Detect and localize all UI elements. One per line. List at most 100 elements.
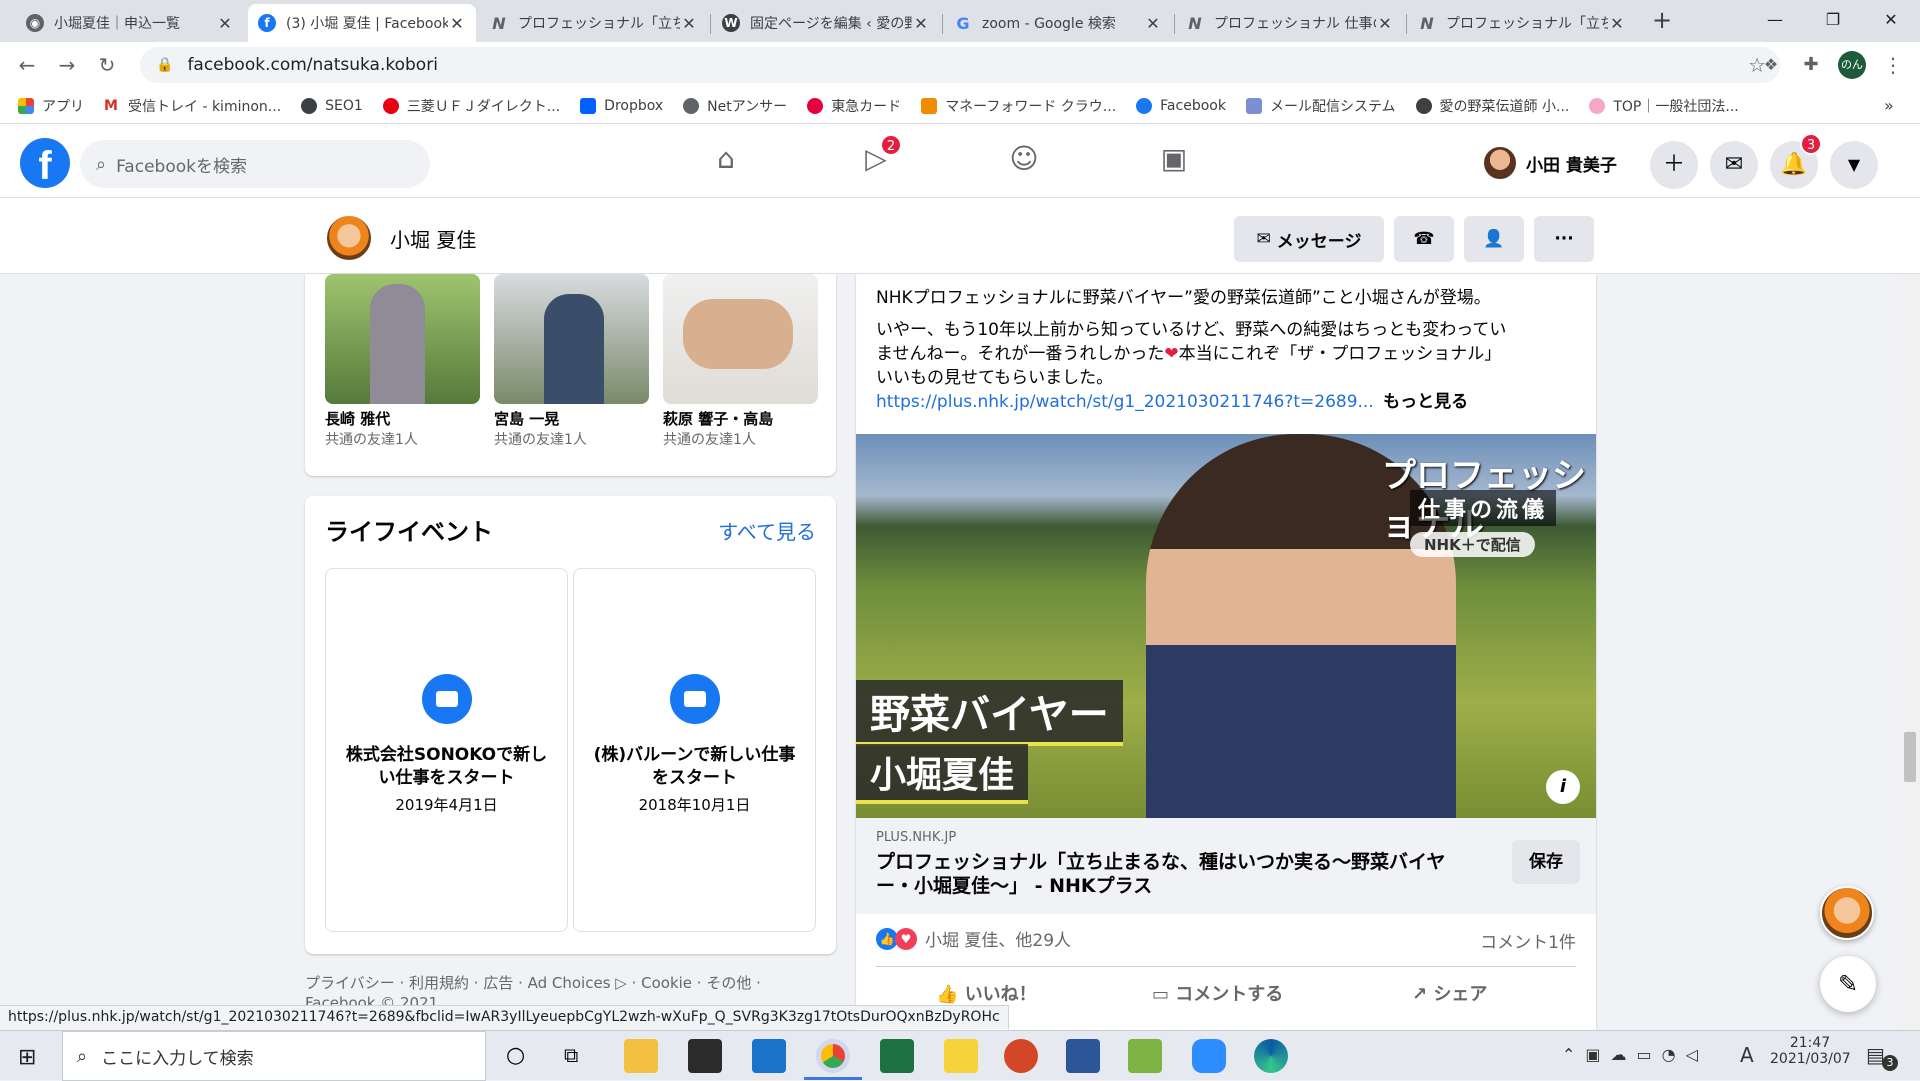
- back-icon[interactable]: ←: [12, 50, 42, 80]
- tab-nhk-2[interactable]: N プロフェッショナル 仕事の流儀 ✕: [1176, 4, 1404, 42]
- life-event-item[interactable]: 株式会社SONOKOで新しい仕事をスタート 2019年4月1日: [325, 568, 568, 932]
- tab-nhk-3[interactable]: N プロフェッショナル「立ち止まるな ✕: [1408, 4, 1636, 42]
- reload-icon[interactable]: ↻: [92, 50, 122, 80]
- like-button[interactable]: 👍 いいね！: [936, 980, 1037, 1006]
- notifications-icon[interactable]: 🔔 3: [1770, 133, 1822, 189]
- bookmarks-overflow-icon[interactable]: »: [1884, 96, 1894, 115]
- cortana-icon[interactable]: ○: [506, 1043, 525, 1068]
- share-button[interactable]: ↗ シェア: [1412, 980, 1487, 1006]
- chrome-icon[interactable]: [816, 1039, 850, 1073]
- friend-status-button[interactable]: 👤: [1464, 216, 1524, 262]
- friend-photo[interactable]: [325, 274, 480, 404]
- new-tab-button[interactable]: +: [1652, 6, 1672, 34]
- link-preview-footer[interactable]: PLUS.NHK.JP プロフェッショナル「立ち止まるな、種はいつか実る〜野菜バ…: [856, 818, 1596, 914]
- profile-name[interactable]: 小堀 夏佳: [390, 224, 476, 253]
- facebook-search-input[interactable]: ⌕ Facebookを検索: [80, 140, 430, 188]
- friend-mutual[interactable]: 共通の友達1人: [494, 429, 587, 449]
- call-button[interactable]: ☎: [1394, 216, 1454, 262]
- profile-avatar[interactable]: [325, 214, 373, 262]
- groups-icon[interactable]: ☺: [1004, 142, 1044, 182]
- comment-count[interactable]: コメント1件: [1480, 928, 1576, 953]
- sticky-notes-icon[interactable]: [944, 1039, 978, 1073]
- bookmark-netanswer[interactable]: Netアンサー: [683, 96, 787, 116]
- bookmark-gmail[interactable]: M 受信トレイ - kiminon...: [104, 96, 281, 116]
- app-icon[interactable]: [1128, 1039, 1162, 1073]
- friend-name[interactable]: 萩原 響子・高島: [663, 408, 773, 429]
- link-preview-image[interactable]: プロフェッショナル 仕事の流儀 NHK＋で配信 野菜バイヤー 小堀夏佳 i: [856, 434, 1596, 818]
- tab-nhk-1[interactable]: N プロフェッショナル「立ち止まるな ✕: [480, 4, 708, 42]
- close-tab-icon[interactable]: ✕: [1608, 14, 1626, 33]
- bookmark-dropbox[interactable]: Dropbox: [580, 97, 663, 114]
- system-tray-icons[interactable]: ⌃▣☁▭◔◁: [1562, 1045, 1708, 1064]
- word-icon[interactable]: [1066, 1039, 1100, 1073]
- profile-avatar[interactable]: のん: [1838, 51, 1866, 79]
- close-tab-icon[interactable]: ✕: [912, 14, 930, 33]
- message-button[interactable]: ✉ メッセージ: [1234, 216, 1384, 262]
- gaming-icon[interactable]: ▣: [1154, 142, 1194, 182]
- extensions-icon[interactable]: ✚: [1796, 50, 1826, 80]
- bookmark-facebook[interactable]: Facebook: [1136, 97, 1226, 114]
- bookmark-apps[interactable]: アプリ: [18, 96, 84, 116]
- action-center-icon[interactable]: ▤ 3: [1866, 1043, 1898, 1071]
- page-scrollbar[interactable]: [1900, 274, 1920, 1030]
- bookmark-tokyu[interactable]: 東急カード: [807, 96, 901, 116]
- address-bar[interactable]: 🔒 facebook.com/natsuka.kobori ☆: [140, 47, 1780, 83]
- zoom-icon[interactable]: [1192, 1039, 1226, 1073]
- new-message-icon[interactable]: ✎: [1820, 956, 1876, 1012]
- comment-button[interactable]: ▭ コメントする: [1152, 980, 1283, 1006]
- bookmark-moneyforward[interactable]: マネーフォワード クラウ...: [921, 96, 1116, 116]
- maximize-icon[interactable]: ❐: [1804, 0, 1862, 42]
- scrollbar-thumb[interactable]: [1904, 732, 1916, 782]
- forward-icon[interactable]: →: [52, 50, 82, 80]
- close-tab-icon[interactable]: ✕: [680, 14, 698, 33]
- close-tab-icon[interactable]: ✕: [1144, 14, 1162, 33]
- bookmark-seo[interactable]: SEO1: [301, 97, 363, 114]
- excel-icon[interactable]: [880, 1039, 914, 1073]
- store-icon[interactable]: [688, 1039, 722, 1073]
- friend-photo[interactable]: [663, 274, 818, 404]
- bookmark-aino[interactable]: 愛の野菜伝道師 小...: [1415, 96, 1569, 116]
- friend-photo[interactable]: [494, 274, 649, 404]
- watch-icon[interactable]: ▷ 2: [856, 134, 902, 182]
- tab-shinkomi[interactable]: ◉ 小堀夏佳｜申込一覧 ✕: [16, 4, 244, 42]
- friend-name[interactable]: 宮島 一晃: [494, 408, 559, 429]
- see-more-link[interactable]: もっと見る: [1383, 392, 1468, 412]
- powerpoint-icon[interactable]: [1004, 1039, 1038, 1073]
- chat-head-avatar[interactable]: [1820, 886, 1874, 940]
- friend-name[interactable]: 長崎 雅代: [325, 408, 390, 429]
- save-button[interactable]: 保存: [1512, 840, 1580, 884]
- life-event-item[interactable]: (株)バルーンで新しい仕事をスタート 2018年10月1日: [573, 568, 816, 932]
- friend-mutual[interactable]: 共通の友達1人: [663, 429, 756, 449]
- bookmark-top[interactable]: TOP｜一般社団法...: [1589, 96, 1739, 116]
- close-tab-icon[interactable]: ✕: [448, 14, 466, 33]
- friend-mutual[interactable]: 共通の友達1人: [325, 429, 418, 449]
- facebook-logo-icon[interactable]: f: [20, 138, 70, 188]
- home-icon[interactable]: ⌂: [706, 142, 746, 182]
- more-options-button[interactable]: ···: [1534, 216, 1594, 262]
- minimize-icon[interactable]: —: [1746, 0, 1804, 42]
- tab-wordpress[interactable]: W 固定ページを編集 ‹ 愛の野菜 ✕: [712, 4, 940, 42]
- windows-start-icon[interactable]: ⊞: [18, 1045, 36, 1070]
- create-icon[interactable]: ＋: [1650, 141, 1698, 189]
- close-tab-icon[interactable]: ✕: [216, 14, 234, 33]
- edge-icon[interactable]: [1254, 1039, 1288, 1073]
- clock[interactable]: 21:47 2021/03/07: [1770, 1035, 1851, 1067]
- close-window-icon[interactable]: ✕: [1862, 0, 1920, 42]
- account-menu-icon[interactable]: ▼: [1830, 141, 1878, 189]
- mail-icon[interactable]: [752, 1039, 786, 1073]
- ime-indicator[interactable]: A: [1740, 1043, 1754, 1067]
- dropbox-ext-icon[interactable]: ❖: [1756, 50, 1786, 80]
- tab-facebook[interactable]: f (3) 小堀 夏佳 | Facebook ✕: [248, 4, 476, 42]
- info-icon[interactable]: i: [1546, 770, 1580, 804]
- taskbar-search-input[interactable]: ⌕ ここに入力して検索: [62, 1031, 486, 1081]
- footer-links[interactable]: プライバシー · 利用規約 · 広告 · Ad Choices ▷ · Cook…: [305, 972, 761, 993]
- bookmark-mufg[interactable]: 三菱ＵＦＪダイレクト...: [382, 96, 560, 116]
- bookmark-mail[interactable]: メール配信システム: [1245, 96, 1396, 116]
- chrome-menu-icon[interactable]: ⋮: [1878, 50, 1908, 80]
- close-tab-icon[interactable]: ✕: [1376, 14, 1394, 33]
- reactions-summary[interactable]: 👍 ♥ 小堀 夏佳、他29人: [876, 926, 1071, 951]
- file-explorer-icon[interactable]: [624, 1039, 658, 1073]
- post-link[interactable]: https://plus.nhk.jp/watch/st/g1_20210302…: [876, 392, 1374, 412]
- see-all-link[interactable]: すべて見る: [718, 516, 816, 545]
- messenger-icon[interactable]: ✉: [1710, 141, 1758, 189]
